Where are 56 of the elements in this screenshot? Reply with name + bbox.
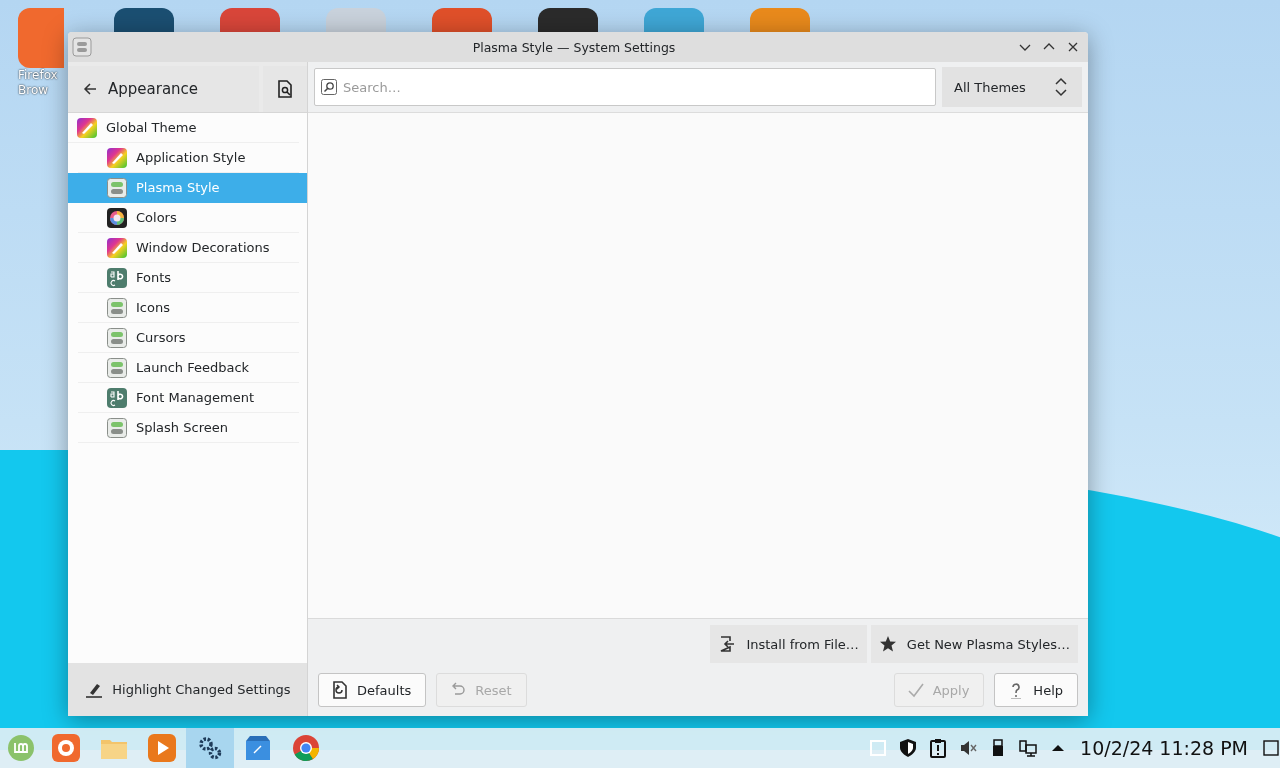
brush-icon <box>106 236 128 259</box>
reset-document-icon <box>331 681 349 699</box>
import-icon <box>718 635 737 653</box>
sidebar-item[interactable]: Splash Screen <box>78 413 299 443</box>
sidebar-item[interactable]: Font Management <box>78 383 299 413</box>
app-icon <box>72 37 92 57</box>
taskbar-app-button[interactable] <box>186 728 234 768</box>
desktop-app-icon[interactable] <box>538 8 598 32</box>
brush-icon <box>76 116 98 139</box>
brush-icon <box>106 146 128 169</box>
sidebar-item[interactable]: Window Decorations <box>78 233 299 263</box>
toggle-switches-icon <box>106 356 128 379</box>
clock[interactable]: 10/2/24 11:28 PM <box>1080 737 1248 759</box>
software-store-icon <box>243 733 273 763</box>
toggle-switches-icon <box>106 176 128 199</box>
shield-icon[interactable] <box>898 738 919 758</box>
sidebar-item[interactable]: Cursors <box>78 323 299 353</box>
font-glyphs-icon <box>106 266 128 289</box>
action-button[interactable]: Get New Plasma Styles… <box>870 625 1078 663</box>
toggle-switches-icon <box>106 296 128 319</box>
dialog-button[interactable]: Help <box>994 673 1078 707</box>
sidebar-item[interactable]: Icons <box>78 293 299 323</box>
document-search-icon <box>277 80 293 98</box>
network-icon[interactable] <box>1018 738 1039 758</box>
firefox-icon <box>51 733 81 763</box>
dialog-button: Apply <box>893 673 985 707</box>
desktop-icon-label: Firefox <box>18 68 58 83</box>
dialog-button: Reset <box>436 673 527 707</box>
back-button[interactable]: Appearance <box>68 66 259 112</box>
star-icon <box>878 635 897 653</box>
mint-logo-icon <box>7 734 35 762</box>
checkmark-icon <box>906 681 925 699</box>
desktop-app-icon[interactable] <box>114 8 174 32</box>
desktop-icon-label: Brow <box>18 83 49 98</box>
alert-clipboard-icon[interactable] <box>928 738 949 758</box>
browser-icon <box>291 733 321 763</box>
toggle-switches-icon <box>106 416 128 439</box>
dialog-button[interactable]: Defaults <box>318 673 427 707</box>
show-desktop-icon[interactable] <box>1262 739 1280 757</box>
theme-filter-dropdown[interactable]: All Themes <box>942 67 1082 107</box>
sidebar-item[interactable]: Launch Feedback <box>78 353 299 383</box>
up-down-chevron-icon <box>1054 76 1068 98</box>
window-title: Plasma Style — System Settings <box>472 39 676 55</box>
toggle-switches-icon <box>106 326 128 349</box>
action-button[interactable]: Install from File… <box>710 625 867 663</box>
sidebar-item[interactable]: Colors <box>78 203 299 233</box>
document-search-button[interactable] <box>263 66 307 112</box>
back-arrow-icon <box>82 81 98 97</box>
search-field[interactable]: Search… <box>314 68 936 106</box>
sidebar-item[interactable]: Fonts <box>78 263 299 293</box>
color-wheel-icon <box>106 206 128 229</box>
speaker-muted-icon[interactable] <box>958 738 979 758</box>
font-glyphs-icon <box>106 386 128 409</box>
play-icon <box>147 733 177 763</box>
sidebar-item[interactable]: Global Theme <box>68 113 299 143</box>
search-icon <box>321 79 337 95</box>
